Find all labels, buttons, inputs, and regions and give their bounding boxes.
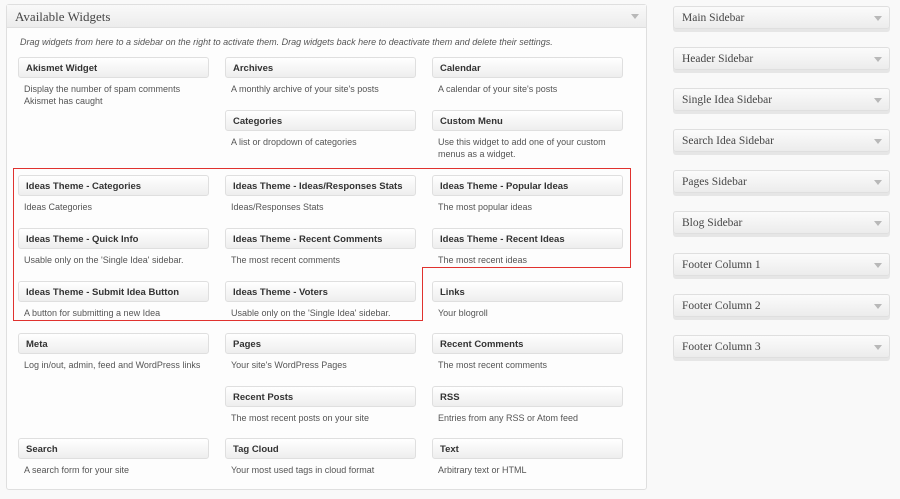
- widget-description: Your blogroll: [438, 308, 488, 318]
- widget-title[interactable]: RSS: [432, 386, 623, 407]
- widget-pages[interactable]: Pages Your site's WordPress Pages: [225, 333, 416, 371]
- widget-description: A search form for your site: [24, 465, 130, 475]
- sidebar-single-idea[interactable]: Single Idea Sidebar: [673, 88, 890, 111]
- widget-description: The most recent posts on your site: [231, 413, 370, 423]
- available-widgets-header[interactable]: Available Widgets: [7, 5, 646, 28]
- chevron-down-icon[interactable]: [874, 345, 882, 350]
- widget-categories[interactable]: Categories A list or dropdown of categor…: [225, 110, 416, 148]
- widget-tag-cloud[interactable]: Tag Cloud Your most used tags in cloud f…: [225, 438, 416, 476]
- widget-text[interactable]: Text Arbitrary text or HTML: [432, 438, 623, 476]
- widget-rss[interactable]: RSS Entries from any RSS or Atom feed: [432, 386, 623, 424]
- widget-title[interactable]: Categories: [225, 110, 416, 131]
- widget-description: A calendar of your site's posts: [438, 84, 558, 94]
- widget-title[interactable]: Akismet Widget: [18, 57, 209, 78]
- sidebar-label: Single Idea Sidebar: [682, 94, 773, 106]
- widget-title[interactable]: Recent Comments: [432, 333, 623, 354]
- widget-description: Log in/out, admin, feed and WordPress li…: [24, 360, 201, 370]
- widget-calendar[interactable]: Calendar A calendar of your site's posts: [432, 57, 623, 95]
- sidebar-label: Blog Sidebar: [682, 217, 743, 229]
- sidebar-footer-column-2[interactable]: Footer Column 2: [673, 294, 890, 317]
- widget-title[interactable]: Custom Menu: [432, 110, 623, 131]
- available-widgets-description: Drag widgets from here to a sidebar on t…: [20, 37, 553, 47]
- chevron-down-icon[interactable]: [874, 98, 882, 103]
- widget-archives[interactable]: Archives A monthly archive of your site'…: [225, 57, 416, 95]
- chevron-down-icon[interactable]: [874, 263, 882, 268]
- widget-title[interactable]: Text: [432, 438, 623, 459]
- widget-description: A list or dropdown of categories: [231, 137, 357, 147]
- sidebar-footer-column-1[interactable]: Footer Column 1: [673, 253, 890, 276]
- widget-title[interactable]: Links: [432, 281, 623, 302]
- widget-meta[interactable]: Meta Log in/out, admin, feed and WordPre…: [18, 333, 209, 371]
- widget-description: A monthly archive of your site's posts: [231, 84, 379, 94]
- collapse-arrow-icon[interactable]: [631, 14, 639, 19]
- sidebar-label: Footer Column 3: [682, 341, 761, 353]
- widget-description: Use this widget to add one of your custo…: [438, 137, 606, 159]
- widget-recent-comments[interactable]: Recent Comments The most recent comments: [432, 333, 623, 371]
- sidebar-label: Footer Column 2: [682, 300, 761, 312]
- sidebar-pages[interactable]: Pages Sidebar: [673, 170, 890, 193]
- widget-description: Display the number of spam comments Akis…: [24, 84, 181, 106]
- widget-title[interactable]: Search: [18, 438, 209, 459]
- chevron-down-icon[interactable]: [874, 16, 882, 21]
- available-widgets-title: Available Widgets: [15, 9, 111, 24]
- widget-title[interactable]: Archives: [225, 57, 416, 78]
- theme-widgets-highlight-left: [13, 168, 423, 321]
- widget-title[interactable]: Meta: [18, 333, 209, 354]
- chevron-down-icon[interactable]: [874, 304, 882, 309]
- widget-custom-menu[interactable]: Custom Menu Use this widget to add one o…: [432, 110, 623, 160]
- chevron-down-icon[interactable]: [874, 139, 882, 144]
- chevron-down-icon[interactable]: [874, 57, 882, 62]
- sidebar-header[interactable]: Header Sidebar: [673, 47, 890, 70]
- widget-title[interactable]: Recent Posts: [225, 386, 416, 407]
- sidebar-label: Header Sidebar: [682, 53, 754, 65]
- widget-search[interactable]: Search A search form for your site: [18, 438, 209, 476]
- widget-akismet[interactable]: Akismet Widget Display the number of spa…: [18, 57, 209, 107]
- sidebar-label: Search Idea Sidebar: [682, 135, 774, 147]
- widget-description: The most recent comments: [438, 360, 548, 370]
- sidebar-label: Footer Column 1: [682, 259, 761, 271]
- chevron-down-icon[interactable]: [874, 180, 882, 185]
- theme-widgets-highlight-right: [422, 168, 631, 268]
- widget-description: Your site's WordPress Pages: [231, 360, 347, 370]
- widget-title[interactable]: Pages: [225, 333, 416, 354]
- widget-title[interactable]: Calendar: [432, 57, 623, 78]
- sidebar-main[interactable]: Main Sidebar: [673, 6, 890, 29]
- sidebar-blog[interactable]: Blog Sidebar: [673, 211, 890, 234]
- sidebar-footer-column-3[interactable]: Footer Column 3: [673, 335, 890, 358]
- widget-description: Your most used tags in cloud format: [231, 465, 375, 475]
- sidebar-label: Pages Sidebar: [682, 176, 747, 188]
- widget-description: Arbitrary text or HTML: [438, 465, 527, 475]
- chevron-down-icon[interactable]: [874, 221, 882, 226]
- widget-recent-posts[interactable]: Recent Posts The most recent posts on yo…: [225, 386, 416, 424]
- sidebar-search-idea[interactable]: Search Idea Sidebar: [673, 129, 890, 152]
- widget-title[interactable]: Tag Cloud: [225, 438, 416, 459]
- theme-widgets-highlight-connector: [422, 267, 423, 321]
- widget-description: Entries from any RSS or Atom feed: [438, 413, 579, 423]
- sidebar-label: Main Sidebar: [682, 12, 745, 24]
- widget-links[interactable]: Links Your blogroll: [432, 281, 623, 319]
